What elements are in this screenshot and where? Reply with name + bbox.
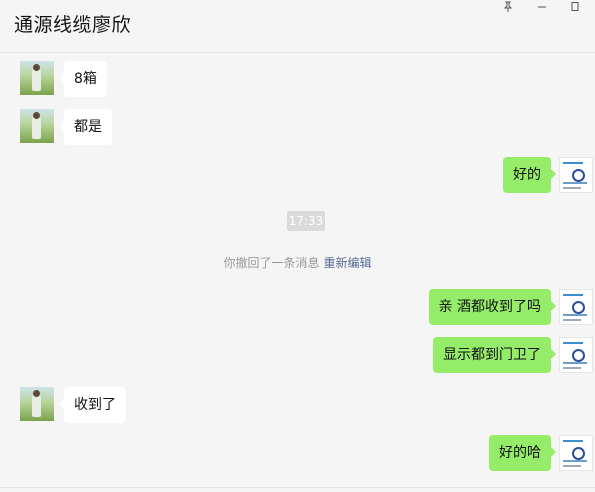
my-avatar[interactable] bbox=[559, 337, 593, 373]
pin-icon[interactable] bbox=[493, 0, 523, 14]
contact-avatar[interactable] bbox=[20, 109, 54, 143]
chat-header: 通源线缆廖欣 bbox=[0, 0, 595, 53]
recall-text: 你撤回了一条消息 bbox=[223, 256, 320, 270]
timestamp: 17:33 bbox=[287, 211, 325, 231]
message-bubble[interactable]: 8箱 bbox=[59, 61, 107, 97]
message-bubble[interactable]: 亲 酒都收到了吗 bbox=[428, 289, 557, 325]
minimize-icon[interactable] bbox=[527, 0, 557, 14]
message-bubble[interactable]: 都是 bbox=[59, 109, 112, 145]
contact-avatar[interactable] bbox=[20, 61, 54, 95]
my-avatar[interactable] bbox=[559, 157, 593, 193]
recall-notice: 你撤回了一条消息 重新编辑 bbox=[0, 254, 595, 271]
message-bubble[interactable]: 收到了 bbox=[59, 387, 126, 423]
input-divider bbox=[0, 487, 595, 488]
chat-title: 通源线缆廖欣 bbox=[14, 14, 132, 36]
reedit-link[interactable]: 重新编辑 bbox=[324, 256, 372, 270]
message-bubble[interactable]: 好的哈 bbox=[489, 435, 556, 471]
message-bubble[interactable]: 好的 bbox=[503, 157, 556, 193]
message-bubble[interactable]: 显示都到门卫了 bbox=[433, 337, 556, 373]
my-avatar[interactable] bbox=[559, 435, 593, 471]
my-avatar[interactable] bbox=[559, 289, 593, 325]
maximize-icon[interactable] bbox=[560, 0, 590, 14]
message-list[interactable]: 8箱 都是 好的 17:33 你撤回了一条消息 重新编辑 亲 酒都收到了吗 显示都… bbox=[0, 53, 595, 488]
contact-avatar[interactable] bbox=[20, 387, 54, 421]
